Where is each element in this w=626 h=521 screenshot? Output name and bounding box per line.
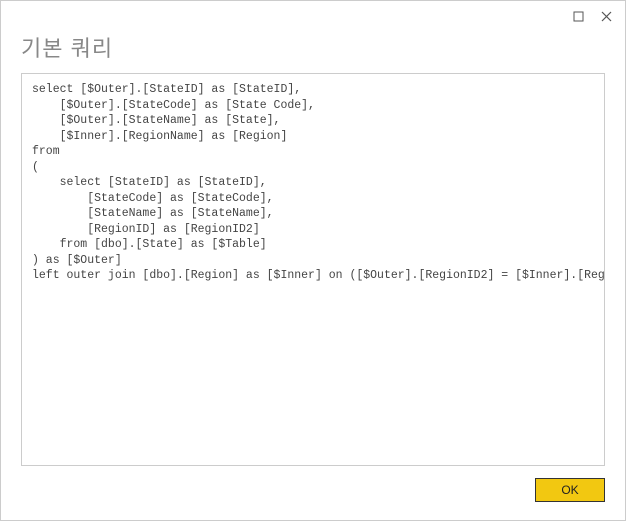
query-text-area[interactable]: select [$Outer].[StateID] as [StateID], …	[21, 73, 605, 466]
maximize-button[interactable]	[565, 5, 591, 27]
dialog-footer: OK	[1, 478, 625, 520]
dialog-title: 기본 쿼리	[21, 31, 605, 63]
maximize-icon	[573, 11, 584, 22]
close-icon	[601, 11, 612, 22]
ok-button[interactable]: OK	[535, 478, 605, 502]
titlebar	[1, 1, 625, 31]
dialog-header: 기본 쿼리	[1, 31, 625, 73]
close-button[interactable]	[593, 5, 619, 27]
query-code: select [$Outer].[StateID] as [StateID], …	[32, 82, 594, 284]
dialog-window: 기본 쿼리 select [$Outer].[StateID] as [Stat…	[0, 0, 626, 521]
